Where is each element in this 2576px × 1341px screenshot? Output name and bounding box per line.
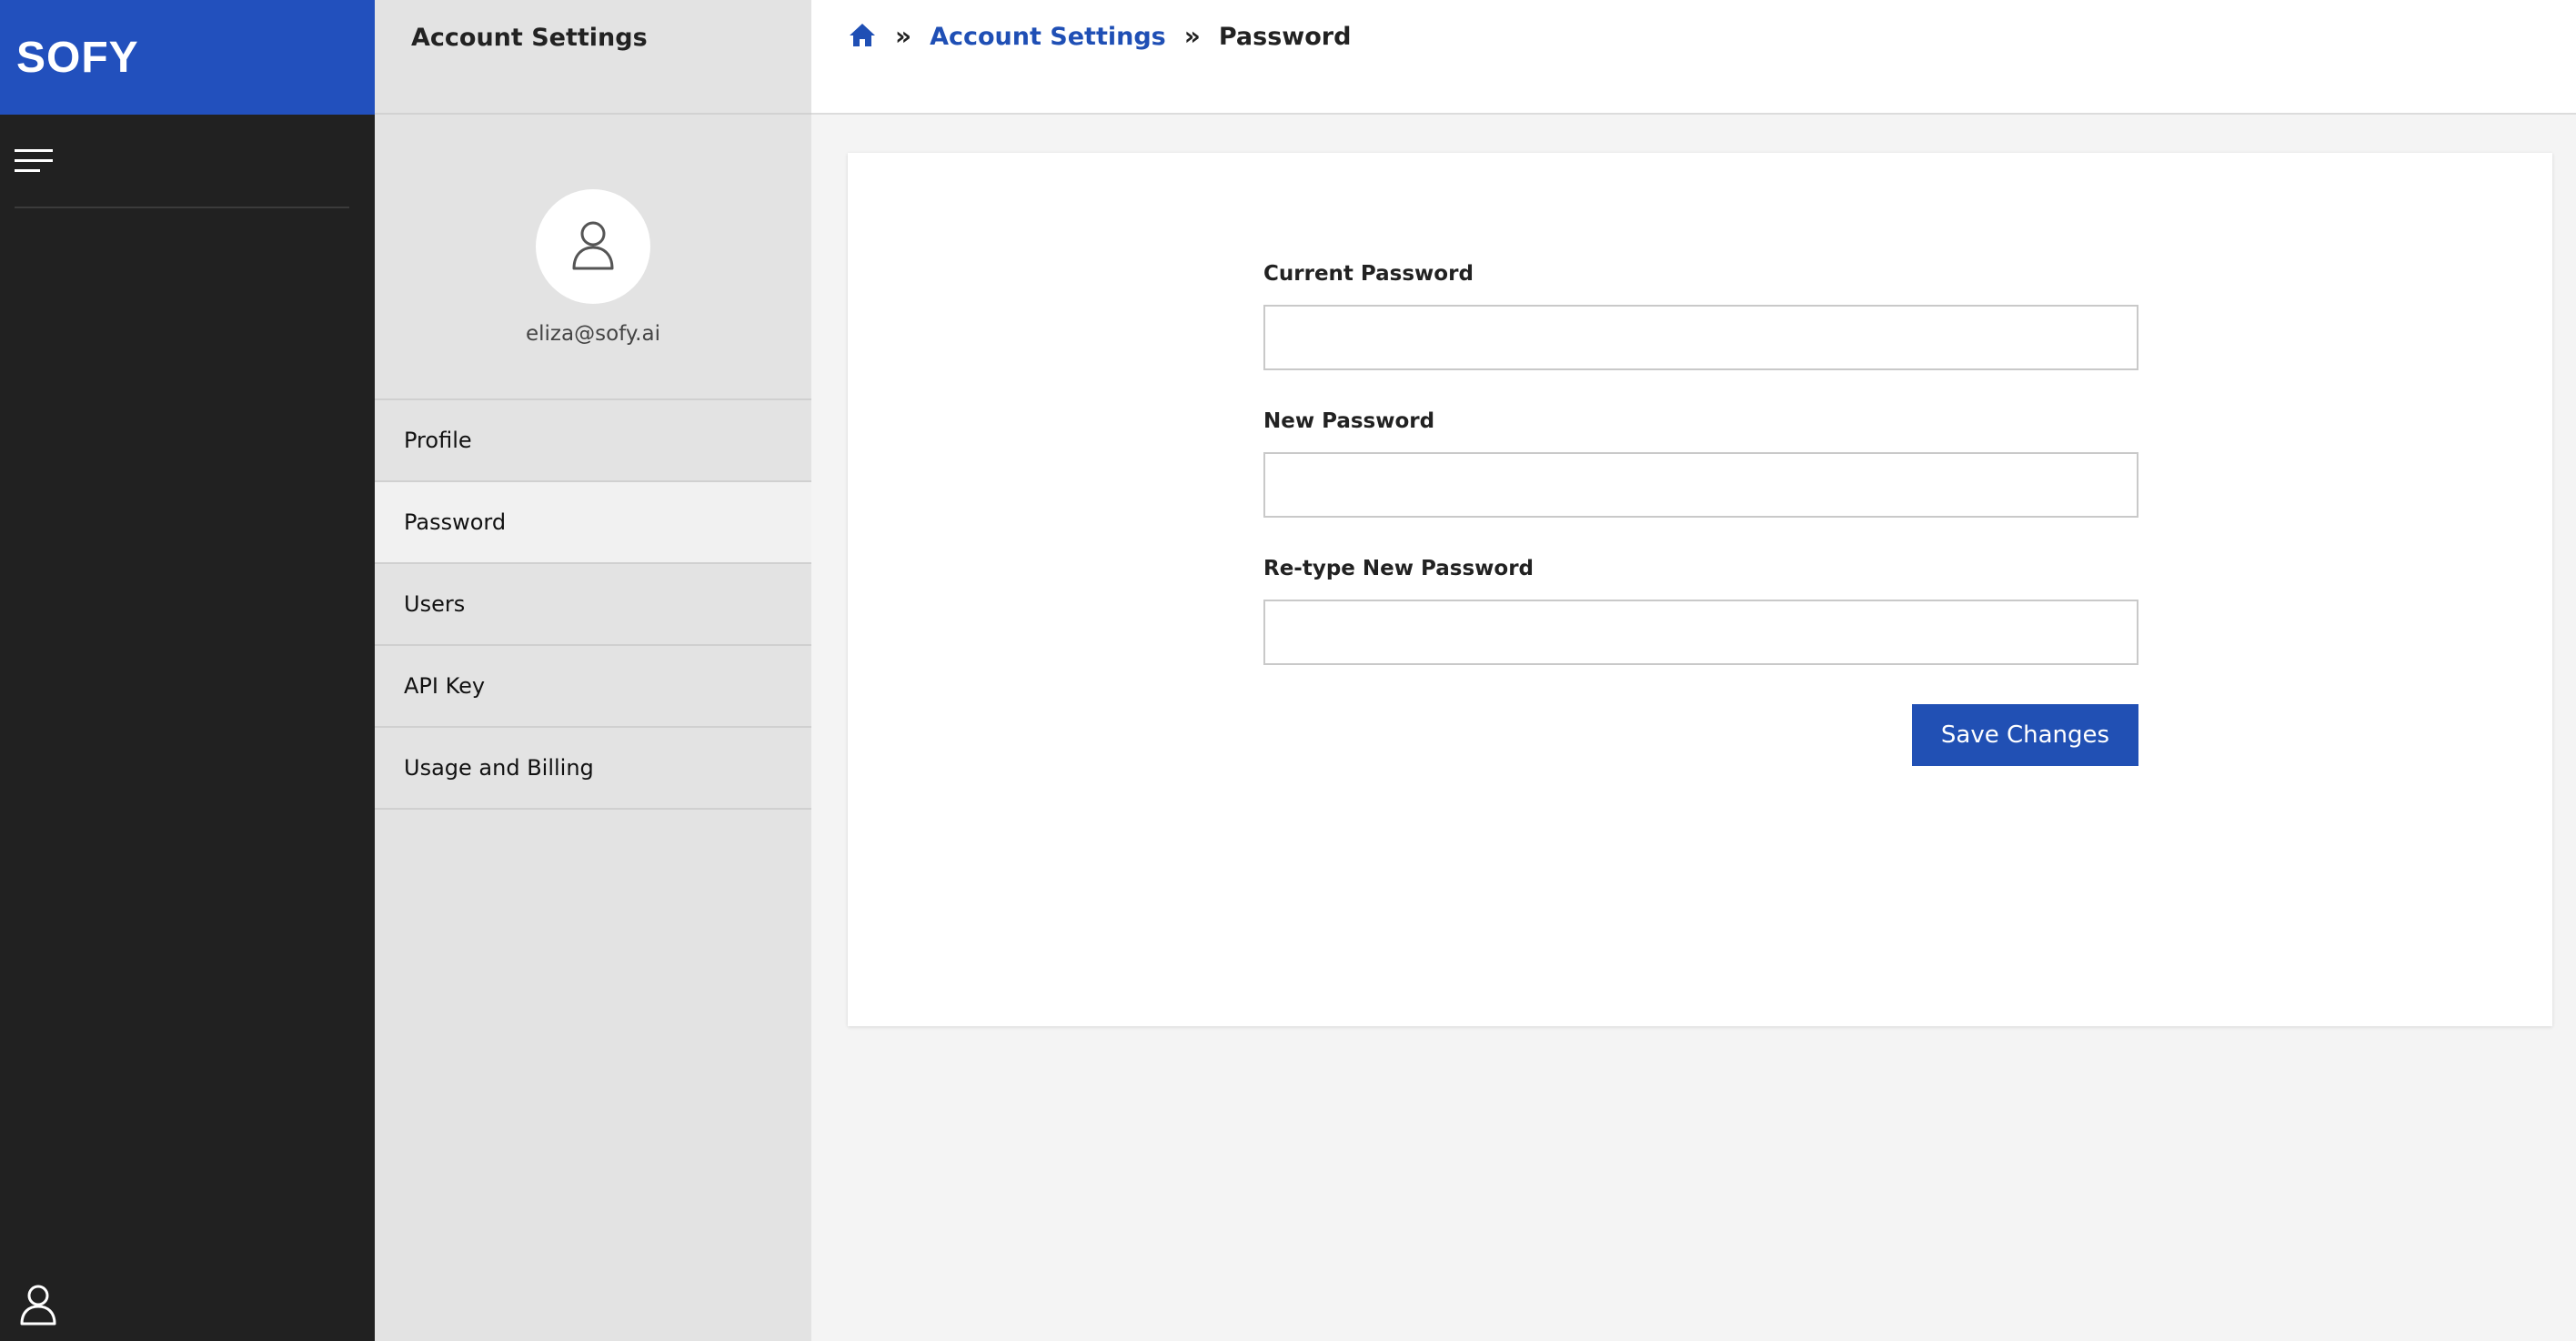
settings-header: Account Settings — [375, 0, 811, 115]
retype-password-input[interactable] — [1263, 600, 2138, 665]
current-password-label: Current Password — [1263, 262, 1474, 286]
password-form-card: Current Password New Password Re-type Ne… — [848, 153, 2552, 1026]
nav-item-usage-and-billing[interactable]: Usage and Billing — [375, 728, 811, 810]
new-password-label: New Password — [1263, 409, 1435, 433]
sofy-logo[interactable]: SOFY — [16, 33, 139, 83]
settings-title: Account Settings — [411, 24, 648, 52]
app-sidebar: SOFY — [0, 0, 375, 1341]
nav-item-users[interactable]: Users — [375, 564, 811, 646]
home-icon[interactable] — [848, 22, 877, 51]
user-icon — [572, 221, 614, 270]
hamburger-menu-icon[interactable] — [15, 147, 53, 175]
double-chevron-right-icon: » — [1183, 21, 1201, 51]
user-icon[interactable] — [18, 1283, 58, 1326]
settings-nav: Profile Password Users API Key Usage and… — [375, 398, 811, 810]
breadcrumb-password: Password — [1218, 22, 1352, 51]
save-changes-button[interactable]: Save Changes — [1912, 704, 2138, 766]
nav-item-api-key[interactable]: API Key — [375, 646, 811, 728]
current-password-input[interactable] — [1263, 305, 2138, 370]
retype-password-label: Re-type New Password — [1263, 557, 1535, 580]
top-bar: » Account Settings » Password — [811, 0, 2576, 115]
user-email: eliza@sofy.ai — [526, 322, 660, 346]
breadcrumb-account-settings[interactable]: Account Settings — [930, 23, 1166, 51]
double-chevron-right-icon: » — [895, 21, 912, 51]
new-password-input[interactable] — [1263, 452, 2138, 518]
brand-header[interactable]: SOFY — [0, 0, 375, 115]
sidebar-divider — [15, 207, 349, 208]
account-settings-panel: Account Settings eliza@sofy.ai Profile P… — [375, 0, 811, 1341]
nav-item-password[interactable]: Password — [375, 482, 811, 564]
breadcrumb: » Account Settings » Password — [848, 20, 1351, 53]
avatar — [536, 189, 650, 304]
nav-item-profile[interactable]: Profile — [375, 400, 811, 482]
